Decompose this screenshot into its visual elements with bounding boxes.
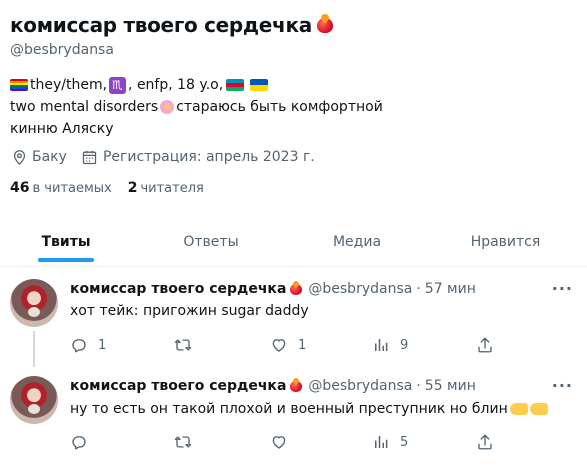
tweet-author-name[interactable]: комиссар твоего сердечка (70, 378, 286, 394)
more-icon[interactable]: ··· (552, 376, 573, 395)
reply-icon (72, 339, 86, 353)
following-count: 46 (10, 180, 30, 196)
views-icon (375, 436, 388, 448)
tweet-timestamp[interactable]: 55 мин (425, 378, 476, 394)
profile-tabs: Твиты Ответы Медиа Нравится (0, 222, 587, 266)
heart-on-fire-icon (315, 15, 335, 35)
tab-tweets-label: Твиты (41, 234, 91, 250)
separator-dot: · (416, 378, 421, 394)
views-button[interactable]: 9 (372, 335, 408, 355)
bio-line-3: кинню Аляску (10, 118, 580, 140)
bio-details: , enfp, 18 y.o, (128, 77, 224, 93)
tab-media-label: Медиа (332, 234, 382, 250)
tweet[interactable]: комиссар твоего сердечка @besbrydansa · … (0, 362, 587, 467)
views-count: 9 (400, 337, 409, 353)
bio-pronouns: they/them, (30, 77, 108, 93)
views-count: 5 (400, 434, 409, 450)
active-tab-indicator (38, 258, 94, 262)
like-count: 1 (298, 337, 307, 353)
tab-media[interactable]: Медиа (290, 222, 424, 262)
reply-button[interactable]: 1 (70, 335, 106, 355)
followers-link[interactable]: 2 читателя (128, 180, 204, 196)
heart-on-fire-icon (288, 378, 304, 394)
reply-icon (72, 436, 86, 450)
joined-text: Регистрация: апрель 2023 г. (102, 149, 315, 165)
tweet-author-handle[interactable]: @besbrydansa (308, 378, 412, 394)
followers-count: 2 (127, 180, 138, 196)
bio-text-a: two mental disorders (10, 99, 159, 115)
following-label: в читаемых (32, 181, 112, 196)
rainbow-flag-icon (10, 79, 28, 91)
bio-text-c: кинню Аляску (10, 121, 114, 137)
share-icon (478, 434, 492, 450)
retweet-button[interactable] (174, 335, 202, 355)
tab-replies[interactable]: Ответы (132, 222, 290, 262)
heart-icon (272, 339, 286, 352)
tab-replies-label: Ответы (183, 234, 239, 250)
bio-line-1: they/them, ♏ , enfp, 18 y.o, (10, 74, 580, 96)
separator-dot: · (416, 281, 421, 297)
bio-line-2: two mental disorders стараюсь быть комфо… (10, 96, 580, 118)
profile-bio: they/them, ♏ , enfp, 18 y.o, two mental … (10, 74, 580, 140)
heart-on-fire-icon (288, 281, 304, 297)
tweet-actions: 1 1 9 (70, 335, 500, 355)
profile-meta: Баку Регистрация: апрель 2023 г. (10, 146, 329, 168)
views-icon (375, 339, 388, 351)
bio-text-b: стараюсь быть комфортной (176, 99, 383, 115)
more-icon[interactable]: ··· (552, 279, 573, 298)
map-pin-icon (10, 148, 28, 166)
calendar-icon (81, 148, 99, 166)
like-button[interactable] (270, 432, 298, 452)
profile-name-row: комиссар твоего сердечка (10, 8, 580, 42)
tweet-text-row: ну то есть он такой плохой и военный пре… (70, 399, 548, 419)
tweet-author-name[interactable]: комиссар твоего сердечка (70, 281, 286, 297)
tab-likes[interactable]: Нравится (424, 222, 587, 262)
following-link[interactable]: 46 в читаемых (10, 180, 112, 196)
tweet-timestamp[interactable]: 57 мин (425, 281, 476, 297)
profile-display-name: комиссар твоего сердечка (10, 13, 312, 37)
profile-joined: Регистрация: апрель 2023 г. (81, 148, 315, 166)
location-text: Баку (32, 149, 67, 165)
share-button[interactable] (476, 432, 494, 452)
tweet-header: комиссар твоего сердечка @besbrydansa · … (70, 376, 476, 396)
avatar[interactable] (10, 279, 58, 327)
heart-icon (272, 436, 286, 449)
tweet-text: ну то есть он такой плохой и военный пре… (70, 401, 508, 417)
tweet-text: хот тейк: пригожин sugar daddy (70, 303, 309, 319)
profile-handle: @besbrydansa (10, 42, 114, 58)
tab-likes-label: Нравится (470, 234, 541, 250)
reply-count: 1 (98, 337, 107, 353)
tweet-actions: 5 (70, 432, 500, 452)
retweet-icon (174, 436, 192, 448)
reply-button[interactable] (70, 432, 98, 452)
tweet[interactable]: комиссар твоего сердечка @besbrydansa · … (0, 267, 587, 367)
tweet-author-handle[interactable]: @besbrydansa (308, 281, 412, 297)
followers-label: читателя (140, 181, 204, 196)
avatar[interactable] (10, 376, 58, 424)
scorpio-icon: ♏ (109, 76, 127, 94)
retweet-button[interactable] (174, 432, 202, 452)
like-button[interactable]: 1 (270, 335, 306, 355)
tab-tweets[interactable]: Твиты (0, 222, 132, 262)
views-button[interactable]: 5 (372, 432, 408, 452)
profile-location: Баку (10, 148, 67, 166)
profile-header: комиссар твоего сердечка @besbrydansa (10, 8, 580, 62)
pointing-hand-icon (509, 403, 528, 415)
profile-follow-stats: 46 в читаемых 2 читателя (10, 178, 220, 198)
tweet-header: комиссар твоего сердечка @besbrydansa · … (70, 279, 476, 299)
ukraine-flag-icon (250, 79, 269, 91)
azerbaijan-flag-icon (226, 79, 245, 91)
flower-icon (159, 99, 175, 115)
retweet-icon (174, 339, 192, 351)
share-icon (478, 337, 492, 353)
share-button[interactable] (476, 335, 494, 355)
pointing-hand-icon (529, 403, 548, 415)
